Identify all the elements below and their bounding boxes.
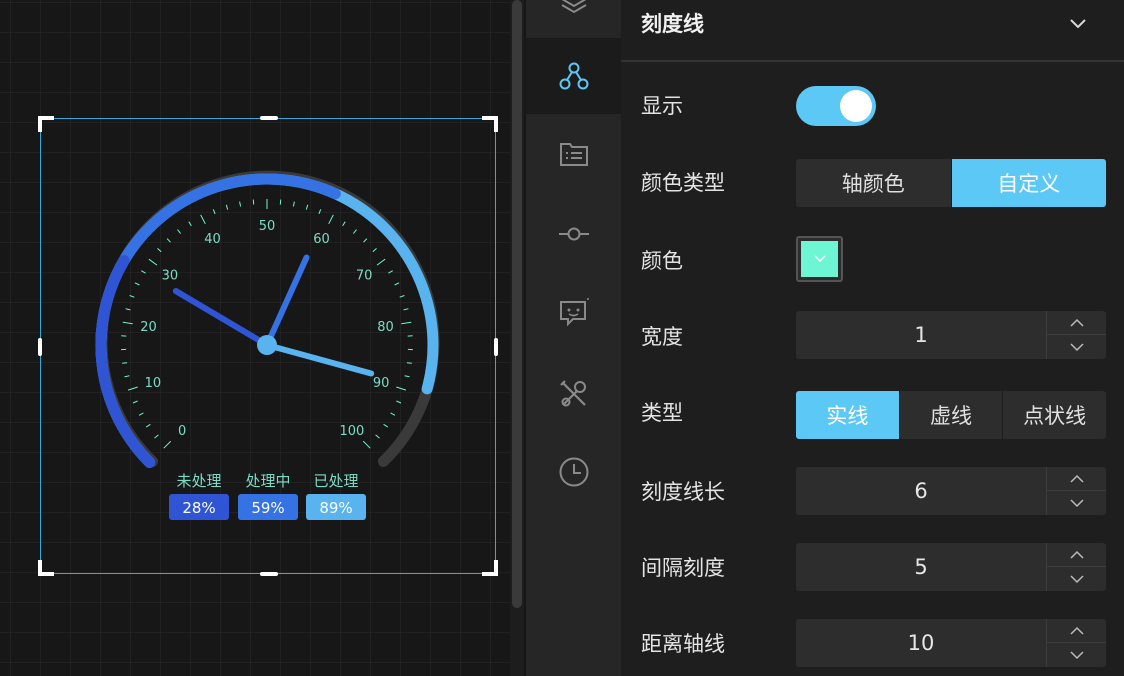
rail-item-clock[interactable] bbox=[526, 434, 621, 510]
line-type-dashed-option[interactable]: 虚线 bbox=[900, 391, 1004, 439]
width-stepper: 1 bbox=[796, 311, 1106, 359]
resize-handle-bottom[interactable] bbox=[260, 572, 278, 576]
stepper-buttons bbox=[1046, 619, 1106, 667]
show-toggle[interactable] bbox=[796, 86, 876, 126]
list-icon bbox=[559, 143, 588, 166]
color-picker-swatch bbox=[801, 241, 838, 277]
property-panel: 刻度线 显示 颜色类型 轴颜色 自定义 颜色 宽度 1 类型 实线 虚线 点状线… bbox=[621, 0, 1124, 676]
color-type-label: 颜色类型 bbox=[641, 171, 725, 195]
color-label: 颜色 bbox=[641, 249, 683, 273]
interval-decrement-button[interactable] bbox=[1047, 567, 1106, 591]
color-type-custom-option[interactable]: 自定义 bbox=[951, 159, 1106, 207]
axis-icon bbox=[558, 227, 589, 241]
width-input[interactable]: 1 bbox=[796, 311, 1046, 359]
canvas-scroll-thumb[interactable] bbox=[512, 0, 522, 608]
resize-handle-bottom-left[interactable] bbox=[38, 560, 54, 576]
stepper-buttons bbox=[1046, 467, 1106, 515]
line-type-segmented: 实线 虚线 点状线 bbox=[796, 391, 1106, 439]
resize-handle-top-right[interactable] bbox=[482, 116, 498, 132]
stepper-buttons bbox=[1046, 543, 1106, 591]
line-type-solid-option[interactable]: 实线 bbox=[796, 391, 900, 439]
chevron-down-icon bbox=[1069, 651, 1084, 660]
rail-item-layers[interactable] bbox=[526, 0, 621, 38]
color-picker[interactable] bbox=[796, 236, 843, 282]
interval-stepper: 5 bbox=[796, 543, 1106, 591]
chevron-up-icon bbox=[1069, 626, 1084, 635]
canvas-scrollbar[interactable] bbox=[510, 0, 524, 676]
tooltip-icon bbox=[559, 298, 589, 327]
tick-length-input[interactable]: 6 bbox=[796, 467, 1046, 515]
chevron-down-icon[interactable] bbox=[1067, 12, 1089, 34]
stepper-buttons bbox=[1046, 311, 1106, 359]
tools-icon bbox=[559, 380, 586, 407]
selection-box[interactable] bbox=[38, 116, 498, 576]
chevron-up-icon bbox=[1069, 318, 1084, 327]
distance-stepper: 10 bbox=[796, 619, 1106, 667]
rail-item-list[interactable] bbox=[526, 116, 621, 192]
width-increment-button[interactable] bbox=[1047, 311, 1106, 335]
resize-handle-top[interactable] bbox=[260, 116, 278, 120]
type-label: 类型 bbox=[641, 401, 683, 425]
chevron-down-icon bbox=[1069, 499, 1084, 508]
show-label: 显示 bbox=[641, 94, 683, 118]
resize-handle-right[interactable] bbox=[494, 338, 498, 356]
width-label: 宽度 bbox=[641, 325, 683, 349]
rail-item-series[interactable] bbox=[526, 38, 621, 114]
interval-label: 间隔刻度 bbox=[641, 556, 725, 580]
chevron-up-icon bbox=[1069, 474, 1084, 483]
distance-decrement-button[interactable] bbox=[1047, 643, 1106, 667]
chevron-up-icon bbox=[1069, 550, 1084, 559]
resize-handle-left[interactable] bbox=[38, 338, 42, 356]
rail-item-tools[interactable] bbox=[526, 356, 621, 432]
section-header[interactable]: 刻度线 bbox=[621, 0, 1124, 62]
interval-input[interactable]: 5 bbox=[796, 543, 1046, 591]
section-title: 刻度线 bbox=[641, 12, 704, 36]
tick-length-increment-button[interactable] bbox=[1047, 467, 1106, 491]
chevron-down-icon bbox=[814, 255, 825, 262]
distance-input[interactable]: 10 bbox=[796, 619, 1046, 667]
color-type-axis-option[interactable]: 轴颜色 bbox=[796, 159, 952, 207]
resize-handle-top-left[interactable] bbox=[38, 116, 54, 132]
layers-icon bbox=[560, 0, 587, 14]
design-canvas[interactable]: 0 10 20 30 40 50 60 70 80 90 100 未处理 处理中 已处理 28% 5… bbox=[0, 0, 510, 676]
series-icon bbox=[559, 62, 588, 90]
tick-length-label: 刻度线长 bbox=[641, 480, 725, 504]
width-decrement-button[interactable] bbox=[1047, 335, 1106, 359]
distance-increment-button[interactable] bbox=[1047, 619, 1106, 643]
distance-label: 距离轴线 bbox=[641, 632, 725, 656]
rail-item-tooltip[interactable] bbox=[526, 274, 621, 350]
color-type-segmented: 轴颜色 自定义 bbox=[796, 159, 1106, 207]
settings-category-rail bbox=[526, 0, 621, 676]
chevron-down-icon bbox=[1069, 575, 1084, 584]
resize-handle-bottom-right[interactable] bbox=[482, 560, 498, 576]
interval-increment-button[interactable] bbox=[1047, 543, 1106, 567]
rail-item-axis[interactable] bbox=[526, 196, 621, 272]
tick-length-stepper: 6 bbox=[796, 467, 1106, 515]
clock-icon bbox=[559, 457, 588, 487]
tick-length-decrement-button[interactable] bbox=[1047, 491, 1106, 515]
chevron-down-icon bbox=[1069, 343, 1084, 352]
line-type-dotted-option[interactable]: 点状线 bbox=[1003, 391, 1106, 439]
toggle-knob bbox=[840, 90, 872, 122]
